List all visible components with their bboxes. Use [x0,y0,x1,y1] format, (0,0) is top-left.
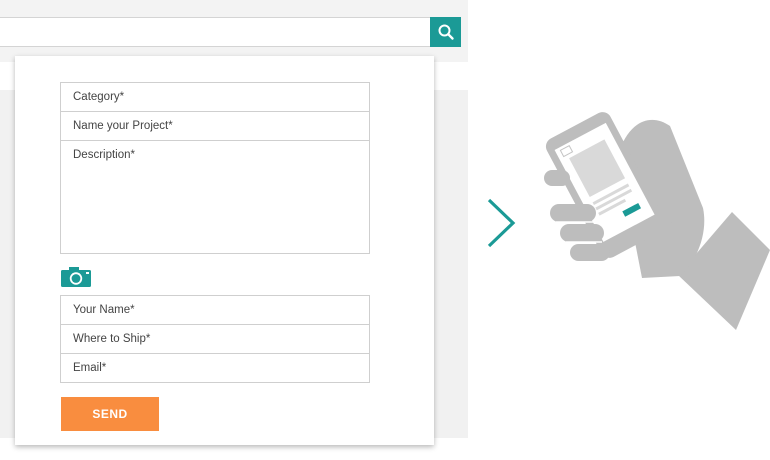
send-button[interactable]: SEND [61,397,159,431]
email-field[interactable]: Email* [60,353,370,383]
category-label: Category* [73,91,125,103]
email-label: Email* [73,362,107,374]
your-name-field[interactable]: Your Name* [60,295,370,325]
your-name-label: Your Name* [73,304,135,316]
description-field[interactable]: Description* [60,140,370,254]
project-name-label: Name your Project* [73,120,173,132]
camera-icon[interactable] [60,266,92,288]
project-name-field[interactable]: Name your Project* [60,111,370,141]
search-input[interactable] [0,17,430,47]
description-label: Description* [73,149,135,161]
search-icon [438,24,454,40]
ship-to-label: Where to Ship* [73,333,151,345]
hand-holding-phone-icon [544,112,770,330]
send-label: SEND [92,407,128,421]
category-field[interactable]: Category* [60,82,370,112]
ship-to-field[interactable]: Where to Ship* [60,324,370,354]
chevron-right-icon [487,198,516,248]
request-form: Category* Name your Project* Description… [15,56,434,445]
search-button[interactable] [430,17,461,47]
